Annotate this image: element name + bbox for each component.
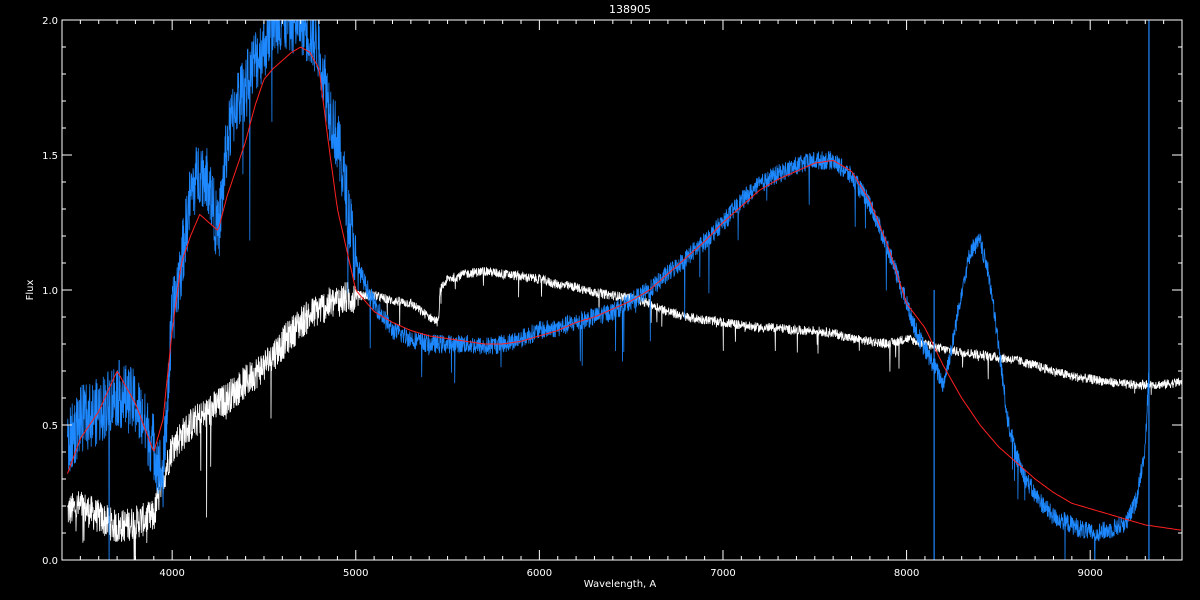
chart-title: 138905 bbox=[609, 3, 651, 16]
y-axis-title: Flux bbox=[25, 280, 36, 301]
y-tick-label: 1.0 bbox=[42, 286, 58, 297]
chart-background bbox=[0, 0, 1200, 600]
x-tick-label: 9000 bbox=[1077, 568, 1102, 579]
y-tick-label: 0.5 bbox=[42, 421, 58, 432]
y-tick-label: 0.0 bbox=[42, 556, 58, 567]
x-tick-label: 7000 bbox=[710, 568, 735, 579]
x-tick-label: 5000 bbox=[343, 568, 368, 579]
spectrum-chart: 138905 4000 5000 6000 7000 8000 9000 0.0 0.5 1.… bbox=[0, 0, 1200, 600]
x-tick-label: 8000 bbox=[894, 568, 919, 579]
x-axis-title: Wavelength, A bbox=[584, 579, 657, 590]
y-tick-label: 1.5 bbox=[42, 151, 58, 162]
x-tick-label: 6000 bbox=[527, 568, 552, 579]
y-tick-label: 2.0 bbox=[42, 16, 58, 27]
x-tick-label: 4000 bbox=[159, 568, 184, 579]
